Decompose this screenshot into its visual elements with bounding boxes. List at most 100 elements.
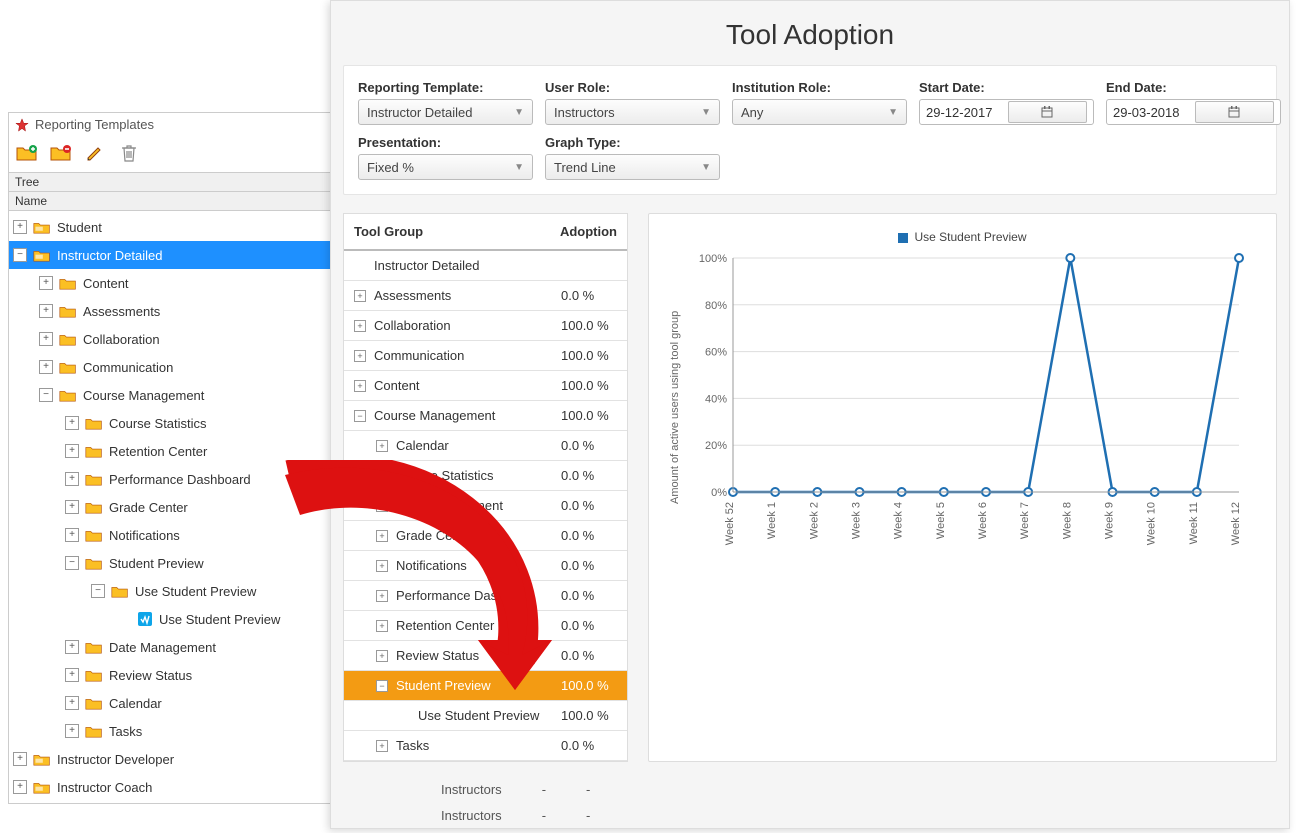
adoption-row[interactable]: +Content100.0 % — [344, 371, 627, 401]
adoption-row[interactable]: +Assessments0.0 % — [344, 281, 627, 311]
graph-type-select[interactable]: Trend Line▼ — [545, 154, 720, 180]
expand-toggle[interactable]: + — [376, 620, 388, 632]
edit-button[interactable] — [83, 142, 107, 164]
adoption-row[interactable]: +Course Statistics0.0 % — [344, 461, 627, 491]
expand-toggle[interactable]: + — [354, 380, 366, 392]
tree-item[interactable]: −Course Management — [9, 381, 332, 409]
adoption-row[interactable]: +Review Status0.0 % — [344, 641, 627, 671]
tree-item[interactable]: +Performance Dashboard — [9, 465, 332, 493]
adoption-row[interactable]: +Calendar0.0 % — [344, 431, 627, 461]
tree-item[interactable]: −Student Preview — [9, 549, 332, 577]
adoption-row[interactable]: −Course Management100.0 % — [344, 401, 627, 431]
expand-toggle[interactable]: + — [65, 668, 79, 682]
expand-toggle[interactable]: + — [65, 640, 79, 654]
tree-item[interactable]: Use Student Preview — [9, 605, 332, 633]
adoption-row[interactable]: +Tasks0.0 % — [344, 731, 627, 761]
expand-toggle[interactable]: + — [354, 290, 366, 302]
expand-toggle[interactable]: − — [354, 410, 366, 422]
expand-toggle[interactable]: + — [13, 752, 27, 766]
tree-item[interactable]: −Instructor Detailed — [9, 241, 332, 269]
adoption-row[interactable]: +Notifications0.0 % — [344, 551, 627, 581]
adoption-value: 100.0 % — [561, 318, 617, 333]
expand-toggle[interactable]: + — [376, 740, 388, 752]
role-select[interactable]: Instructors▼ — [545, 99, 720, 125]
expand-toggle[interactable]: − — [65, 556, 79, 570]
expand-toggle[interactable]: + — [376, 530, 388, 542]
end-date-input[interactable]: 29-03-2018 — [1106, 99, 1281, 125]
adoption-row[interactable]: −Student Preview100.0 % — [344, 671, 627, 701]
tree-item[interactable]: −Use Student Preview — [9, 577, 332, 605]
expand-toggle[interactable]: + — [65, 444, 79, 458]
expand-toggle[interactable]: + — [65, 500, 79, 514]
tree-item[interactable]: +Communication — [9, 353, 332, 381]
adoption-row[interactable]: Instructor Detailed — [344, 251, 627, 281]
expand-toggle[interactable]: − — [39, 388, 53, 402]
expand-toggle[interactable]: + — [376, 650, 388, 662]
adoption-row[interactable]: +Grade Center0.0 % — [344, 521, 627, 551]
adoption-row[interactable]: +Collaboration100.0 % — [344, 311, 627, 341]
expand-toggle[interactable]: − — [13, 248, 27, 262]
calendar-icon[interactable] — [1195, 101, 1275, 123]
tree-item-label: Student — [57, 220, 102, 235]
tree-item[interactable]: +Collaboration — [9, 325, 332, 353]
tree-item-label: Use Student Preview — [159, 612, 280, 627]
calendar-icon[interactable] — [1008, 101, 1088, 123]
expand-toggle[interactable]: + — [354, 350, 366, 362]
chart-legend: Use Student Preview — [669, 230, 1256, 244]
tree-item[interactable]: +Notifications — [9, 521, 332, 549]
adoption-value: 100.0 % — [561, 348, 617, 363]
expand-toggle[interactable]: + — [39, 276, 53, 290]
tool-name: Communication — [374, 348, 561, 363]
expand-toggle[interactable]: + — [376, 590, 388, 602]
expand-toggle[interactable]: + — [376, 500, 388, 512]
adoption-row[interactable]: + Date Management0.0 % — [344, 491, 627, 521]
tree-item[interactable]: +Content — [9, 269, 332, 297]
expand-toggle[interactable]: + — [65, 528, 79, 542]
adoption-row[interactable]: Use Student Preview100.0 % — [344, 701, 627, 731]
adoption-row[interactable]: +Performance Dashbo…0.0 % — [344, 581, 627, 611]
expand-toggle[interactable]: + — [13, 780, 27, 794]
expand-toggle[interactable]: + — [13, 220, 27, 234]
tool-name: Use Student Preview — [418, 708, 561, 723]
presentation-select[interactable]: Fixed %▼ — [358, 154, 533, 180]
delete-button[interactable] — [117, 142, 141, 164]
chevron-down-icon: ▼ — [888, 107, 898, 118]
expand-toggle[interactable]: + — [65, 472, 79, 486]
expand-toggle[interactable]: − — [376, 680, 388, 692]
tree-item[interactable]: +Review Status — [9, 661, 332, 689]
template-select[interactable]: Instructor Detailed▼ — [358, 99, 533, 125]
tree-item[interactable]: +Course Statistics — [9, 409, 332, 437]
expand-toggle[interactable]: − — [91, 584, 105, 598]
x-tick: Week 9 — [1104, 502, 1116, 539]
expand-toggle[interactable]: + — [65, 724, 79, 738]
adoption-row[interactable]: +Retention Center0.0 % — [344, 611, 627, 641]
tool-name: Date Management — [396, 498, 561, 513]
y-tick: 20% — [705, 440, 727, 452]
tree-item[interactable]: +Instructor Coach — [9, 773, 332, 801]
adoption-row[interactable]: + Communication100.0 % — [344, 341, 627, 371]
new-folder-button[interactable] — [15, 142, 39, 164]
adoption-value: 0.0 % — [561, 588, 617, 603]
tree-item[interactable]: +Grade Center — [9, 493, 332, 521]
tree-item[interactable]: +Assessments — [9, 297, 332, 325]
tree-item[interactable]: +Date Management — [9, 633, 332, 661]
expand-toggle[interactable]: + — [376, 560, 388, 572]
tree-item[interactable]: +Retention Center — [9, 437, 332, 465]
tree-item[interactable]: +Tasks — [9, 717, 332, 745]
expand-toggle[interactable]: + — [376, 440, 388, 452]
adoption-value: 0.0 % — [561, 498, 617, 513]
graph-type-label: Graph Type: — [545, 135, 720, 150]
inst-role-select[interactable]: Any▼ — [732, 99, 907, 125]
remove-folder-button[interactable] — [49, 142, 73, 164]
expand-toggle[interactable]: + — [39, 360, 53, 374]
expand-toggle[interactable]: + — [65, 416, 79, 430]
expand-toggle[interactable]: + — [376, 470, 388, 482]
expand-toggle[interactable]: + — [354, 320, 366, 332]
expand-toggle[interactable]: + — [65, 696, 79, 710]
expand-toggle[interactable]: + — [39, 304, 53, 318]
expand-toggle[interactable]: + — [39, 332, 53, 346]
start-date-input[interactable]: 29-12-2017 — [919, 99, 1094, 125]
tree-item[interactable]: +Calendar — [9, 689, 332, 717]
tree-item[interactable]: + Student — [9, 213, 332, 241]
tree-item[interactable]: +Instructor Developer — [9, 745, 332, 773]
